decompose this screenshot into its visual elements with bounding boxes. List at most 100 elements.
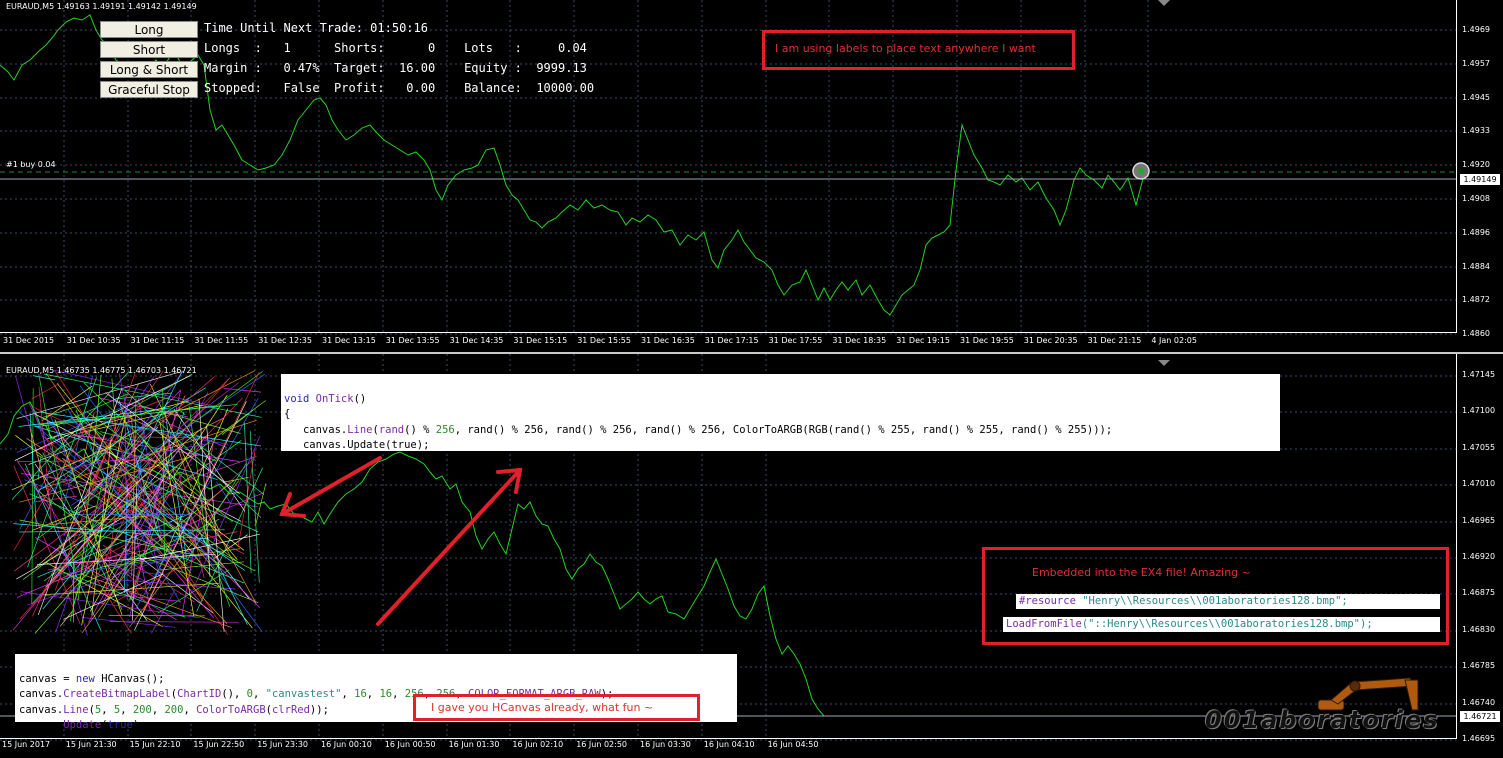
bottom-price-axis-label: 1.47010: [1462, 479, 1496, 489]
code-end: ));: [309, 703, 329, 716]
top-time-axis-label: 31 Dec 17:15: [704, 336, 759, 345]
top-chart-window[interactable]: EURAUD,M5 1.49163 1.49191 1.49142 1.4914…: [0, 0, 1503, 352]
bottom-price-axis-label: 1.46920: [1462, 552, 1496, 561]
top-price-axis-label: 1.4957: [1462, 58, 1490, 68]
bottom-price-axis-label: 1.46875: [1462, 588, 1496, 598]
bottom-price-axis-label: 1.46695: [1462, 734, 1496, 743]
code-line-call: canvas.: [284, 423, 348, 436]
top-time-axis-label: 4 Jan 02:05: [1151, 336, 1197, 345]
code-num: 200: [164, 703, 184, 716]
code-rand-fn: rand: [378, 423, 405, 436]
bottom-price-axis-label: 1.46965: [1462, 515, 1496, 525]
top-time-axis-label: 31 Dec 13:15: [322, 336, 376, 345]
top-price-axis-label: 1.4969: [1462, 25, 1490, 34]
bottom-time-axis-label: 16 Jun 04:50: [767, 740, 819, 749]
code-num: 16: [379, 688, 393, 700]
bottom-price-axis-label: 1.47055: [1462, 442, 1496, 452]
bottom-time-axis-label: 15 Jun 21:30: [65, 740, 117, 749]
code-canvas-obj: canvas.: [19, 703, 64, 716]
bottom-time-axis-label: 16 Jun 01:30: [448, 740, 500, 749]
code-num: 200: [132, 703, 152, 716]
top-time-axis-label: 31 Dec 17:55: [768, 336, 823, 345]
long-short-button[interactable]: Long & Short: [100, 61, 198, 78]
bottom-chart-window[interactable]: EURAUD,M5 1.46735 1.46775 1.46703 1.4672…: [0, 354, 1503, 758]
top-price-axis-label: 1.4860: [1462, 329, 1490, 339]
short-button[interactable]: Short: [100, 41, 198, 58]
status-info: Stopped: False Profit: 0.00 Balance: 100…: [204, 81, 595, 95]
bottom-price-axis-label: 1.46830: [1462, 624, 1496, 634]
code-sep: ,: [151, 703, 165, 716]
top-time-axis-label: 31 Dec 11:55: [194, 336, 249, 345]
graceful-stop-button[interactable]: Graceful Stop: [100, 81, 198, 98]
code-canvas-obj: canvas.: [19, 719, 64, 731]
bottom-price-axis-label: 1.46740: [1462, 697, 1496, 707]
code-open-brace: {: [284, 408, 291, 420]
code-clrred: clrRed: [271, 703, 310, 716]
top-time-axis-label: 31 Dec 18:35: [832, 336, 887, 345]
code-line-rest: , rand() % 256, rand() % 256, rand() % 2…: [454, 423, 1113, 436]
top-price-axis-label: 1.4933: [1462, 126, 1490, 136]
code-true: true: [107, 719, 133, 731]
bottom-time-axis-label: 15 Jun 23:30: [257, 740, 309, 749]
bottom-time-axis-label: 16 Jun 02:10: [512, 740, 564, 749]
positions-info: Longs : 1 Shorts: 0 Lots : 0.04: [204, 41, 587, 55]
top-time-axis-label: 31 Dec 20:35: [1023, 336, 1078, 345]
bottom-time-axis-label: 16 Jun 00:10: [321, 740, 372, 749]
code-rand-mod: () %: [404, 423, 436, 436]
code-sep: (),: [221, 688, 247, 700]
code-sep: ,: [392, 688, 405, 700]
top-time-axis-label: 31 Dec 12:35: [258, 336, 312, 345]
top-time-axis-label: 31 Dec 21:15: [1087, 336, 1142, 345]
code-line-fn: Line: [63, 703, 89, 716]
top-time-axis-label: 31 Dec 15:55: [577, 336, 631, 345]
code-resource-path: "Henry\\Resources\\001aboratories128.bmp…: [1075, 595, 1348, 607]
bottom-price-axis-label: 1.46785: [1462, 661, 1496, 671]
long-button[interactable]: Long: [100, 21, 198, 38]
code-void-keyword: void: [284, 392, 310, 405]
code-sep: ,: [366, 688, 380, 700]
code-colortoargb: ColorToARGB: [196, 703, 266, 716]
top-time-axis-label: 31 Dec 19:55: [960, 336, 1014, 345]
top-time-axis-label: 31 Dec 10:35: [66, 336, 121, 345]
code-createbitmaplabel: CreateBitmapLabel: [63, 688, 171, 700]
ontick-code-panel: void OnTick() { canvas.Line(rand() % 256…: [281, 374, 1280, 467]
top-price-axis-label: 1.4872: [1462, 295, 1490, 305]
code-ontick-name: OnTick: [315, 392, 354, 405]
code-resource-directive: #resource: [1019, 595, 1076, 607]
top-time-axis-label: 31 Dec 11:15: [130, 336, 185, 345]
bottom-time-axis-label: 16 Jun 02:50: [576, 740, 628, 749]
resource-code-line: #resource "Henry\\Resources\\001aborator…: [1016, 594, 1440, 609]
load-code-line: LoadFromFile("::Henry\\Resources\\001abo…: [1003, 617, 1440, 632]
code-sep: ,: [120, 703, 133, 716]
code-sep: ,: [101, 703, 114, 716]
label-note-text: I am using labels to place text anywhere…: [775, 42, 1036, 55]
code-string: "canvastest": [265, 688, 342, 700]
code-sep: ,: [252, 688, 266, 700]
code-sep: ,: [183, 703, 197, 716]
hcanvas-note-text: I gave you HCanvas already, what fun ~: [431, 701, 654, 714]
top-time-axis-label: 31 Dec 2015: [3, 336, 55, 345]
code-end: );: [132, 719, 146, 731]
bottom-symbol-header: EURAUD,M5 1.46735 1.46775 1.46703 1.4672…: [6, 366, 197, 375]
top-price-axis-label: 1.4896: [1462, 227, 1490, 237]
code-hcanvas-ctor: HCanvas();: [94, 672, 165, 685]
next-trade-timer: Time Until Next Trade: 01:50:16: [204, 21, 428, 35]
bottom-time-axis-label: 15 Jun 22:50: [193, 740, 245, 749]
code-chartid: ChartID: [177, 688, 222, 700]
code-new-keyword: new: [75, 672, 95, 685]
bottom-current-price-badge: 1.46721: [1460, 711, 1500, 722]
bottom-time-axis-label: 16 Jun 00:50: [384, 740, 436, 749]
order-line-label: #1 buy 0.04: [6, 160, 56, 169]
top-price-axis-label: 1.4908: [1462, 194, 1490, 203]
top-time-axis-label: 31 Dec 15:15: [513, 336, 568, 345]
bottom-time-axis-label: 15 Jun 2017: [2, 740, 51, 749]
code-rand-num: 256: [435, 423, 455, 436]
laboratories-logo: 001aboratories: [1205, 706, 1440, 734]
top-price-axis-label: 1.4945: [1462, 92, 1490, 102]
code-update-call: canvas.Update(true);: [284, 439, 430, 451]
code-load-path: ("::Henry\\Resources\\001aboratories128.…: [1081, 618, 1373, 630]
bottom-time-axis-label: 15 Jun 22:10: [129, 740, 181, 749]
top-time-axis-label: 31 Dec 19:15: [896, 336, 950, 345]
code-line-fn: Line: [347, 423, 373, 436]
margin-info: Margin : 0.47% Target: 16.00 Equity : 99…: [204, 61, 587, 75]
